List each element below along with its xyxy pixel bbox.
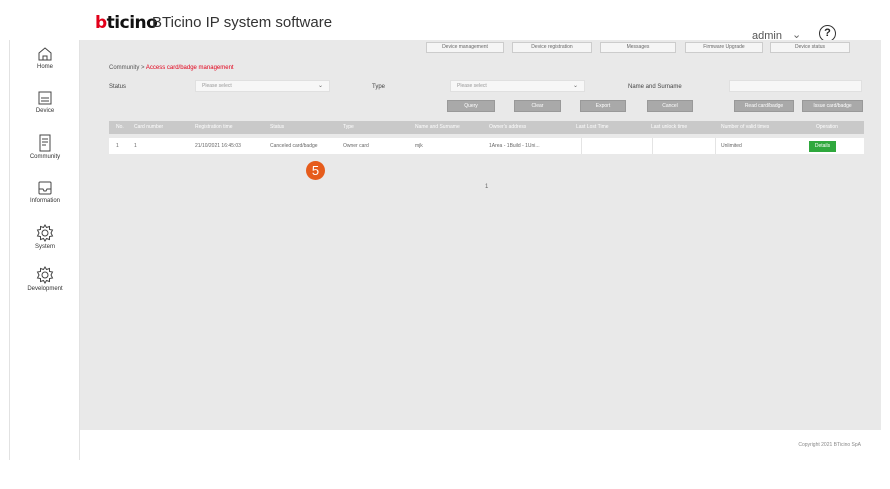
bticino-logo: bticino	[95, 13, 158, 33]
type-label: Type	[372, 84, 386, 90]
cell-registration-time: 21/10/2021 16:45:03	[195, 143, 241, 149]
community-icon	[39, 134, 51, 152]
sidebar-item-community[interactable]: Community	[10, 134, 80, 174]
query-button[interactable]: Query	[447, 100, 495, 112]
status-label: Status	[109, 84, 127, 90]
col-operation: Operation	[816, 124, 838, 130]
device-icon	[38, 91, 52, 105]
sidebar-item-label: System	[34, 244, 55, 250]
sidebar-item-system[interactable]: System	[10, 224, 80, 264]
sidebar-item-label: Information	[29, 198, 60, 204]
export-button[interactable]: Export	[580, 100, 626, 112]
col-no: No.	[116, 124, 124, 130]
col-last-lost-time: Last Lost Time	[576, 124, 609, 130]
pagination-page[interactable]: 1	[485, 184, 488, 190]
column-divider	[715, 138, 716, 154]
top-nav: Device management Device registration Me…	[80, 40, 881, 54]
col-last-unlock-time: Last unlock time	[651, 124, 688, 130]
sidebar-item-label: Device	[35, 108, 55, 114]
status-select-value: Please select	[202, 83, 232, 89]
cell-valid-times: Unlimited	[721, 143, 742, 149]
cell-address: 1Area - 1Build - 1Uni...	[489, 143, 540, 149]
cell-name: mjk	[415, 143, 423, 149]
name-surname-input[interactable]	[729, 80, 862, 92]
col-name-surname: Name and Surname	[415, 124, 460, 130]
details-button[interactable]: Details	[809, 141, 836, 152]
col-card-number: Card number	[134, 124, 164, 130]
status-select[interactable]: Please select ⌄	[195, 80, 330, 92]
gear-icon	[36, 224, 54, 242]
sidebar-item-information[interactable]: Information	[10, 180, 80, 220]
column-divider	[581, 138, 582, 154]
sidebar-item-label: Development	[27, 286, 63, 292]
sidebar-item-home[interactable]: Home	[10, 46, 80, 86]
col-valid-times: Number of valid times	[721, 124, 770, 130]
cell-card-number: 1	[134, 143, 137, 149]
sidebar-item-label: Community	[29, 154, 61, 160]
chevron-down-icon: ⌄	[317, 83, 323, 89]
home-icon	[38, 47, 52, 61]
chevron-down-icon: ⌄	[572, 83, 578, 89]
breadcrumb-current: Access card/badge management	[145, 65, 234, 71]
sidebar: Home Device Community Information System…	[9, 40, 80, 460]
clear-button[interactable]: Clear	[514, 100, 561, 112]
read-card-button[interactable]: Read card/badge	[734, 100, 794, 112]
cell-type: Owner card	[343, 143, 369, 149]
app-title: BTicino IP system software	[152, 14, 333, 31]
cell-no: 1	[116, 143, 119, 149]
sidebar-item-development[interactable]: Development	[10, 266, 80, 306]
nav-messages[interactable]: Messages	[600, 42, 676, 53]
cancel-button[interactable]: Cancel	[647, 100, 693, 112]
type-select[interactable]: Please select ⌄	[450, 80, 585, 92]
type-select-value: Please select	[457, 83, 487, 89]
top-bar: bticino BTicino IP system software admin…	[0, 0, 890, 42]
information-icon	[38, 181, 52, 195]
step-marker: 5	[306, 161, 325, 180]
name-surname-label: Name and Surname	[628, 84, 682, 90]
sidebar-item-device[interactable]: Device	[10, 90, 80, 130]
table-header: No. Card number Registration time Status…	[109, 121, 864, 134]
gear-icon	[36, 266, 54, 284]
breadcrumb-parent[interactable]: Community	[109, 65, 139, 71]
col-status: Status	[270, 124, 285, 130]
nav-device-status[interactable]: Device status	[770, 42, 850, 53]
breadcrumb: Community > Access card/badge management	[109, 65, 234, 71]
table-row: 1 1 21/10/2021 16:45:03 Canceled card/ba…	[109, 138, 864, 154]
copyright: Copyright 2021 BTicino SpA	[798, 442, 861, 448]
nav-device-registration[interactable]: Device registration	[512, 42, 592, 53]
main-content	[80, 40, 881, 430]
footer: Copyright 2021 BTicino SpA	[80, 430, 881, 460]
cell-status: Canceled card/badge	[270, 143, 318, 149]
col-owner-address: Owner's address	[489, 124, 527, 130]
issue-card-button[interactable]: Issue card/badge	[802, 100, 863, 112]
nav-device-management[interactable]: Device management	[426, 42, 504, 53]
col-type: Type	[343, 124, 354, 130]
sidebar-item-label: Home	[36, 64, 53, 70]
column-divider	[652, 138, 653, 154]
col-registration-time: Registration time	[195, 124, 233, 130]
nav-firmware-upgrade[interactable]: Firmware Upgrade	[685, 42, 763, 53]
